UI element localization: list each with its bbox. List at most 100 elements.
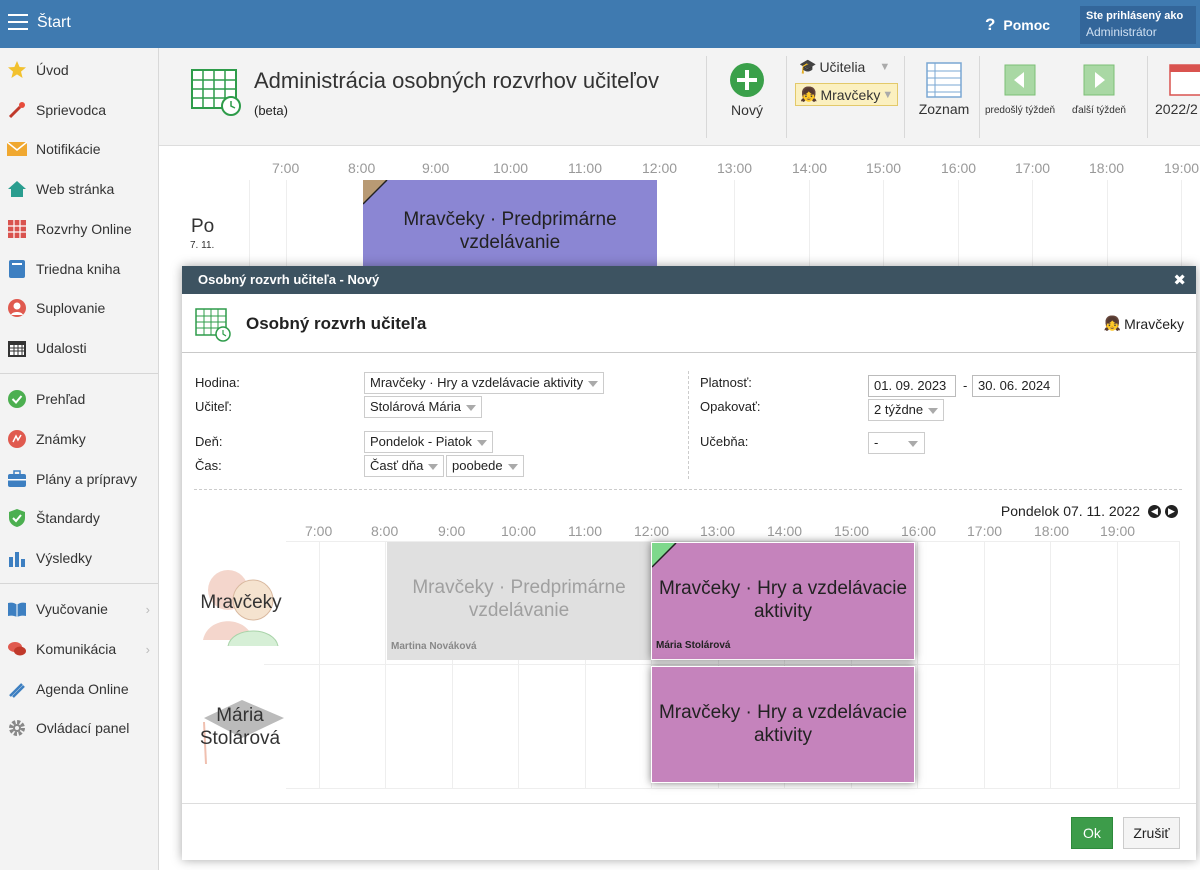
sidebar-item-label: Známky [36, 431, 86, 447]
sidebar-divider [0, 373, 158, 374]
event-title: Mravčeky · Hry a vzdelávacie aktivity [658, 702, 908, 746]
dropdown-arrow-icon [476, 439, 487, 446]
next-week-button[interactable]: ďalší týždeň [1059, 64, 1139, 116]
dialog-header: Osobný rozvrh učiteľa - Nový ✖ [182, 266, 1196, 294]
user-caption: Ste prihlásený ako [1086, 10, 1184, 22]
sidebar-item-label: Komunikácia [36, 641, 117, 657]
sidebar-item-agenda-online[interactable]: Agenda Online [0, 674, 158, 704]
time-label: Čas: [195, 458, 222, 473]
user-box[interactable]: Ste prihlásený ako Administrátor [1080, 6, 1196, 44]
classroom-select[interactable]: - [868, 432, 925, 454]
prev-day-icon[interactable]: ◀ [1148, 504, 1161, 518]
hour-label: 9:00 [422, 160, 450, 176]
next-week-label: ďalší týždeň [1072, 105, 1126, 116]
sidebar-item-komunikacia[interactable]: Komunikácia › [0, 634, 158, 664]
teachers-dropdown[interactable]: 🎓 Učitelia ▼ [799, 58, 890, 75]
close-icon[interactable]: ✖ [1173, 271, 1186, 289]
sidebar-item-web-stranka[interactable]: Web stránka [0, 174, 158, 204]
list-button[interactable]: Zoznam [917, 62, 971, 117]
class-avatar-icon: 👧 [1103, 315, 1122, 331]
hour-label: 18:00 [1034, 523, 1070, 539]
hour-label: 14:00 [792, 160, 828, 176]
time-part-select[interactable]: poobede [446, 455, 524, 477]
previous-week-button[interactable]: predošlý týždeň [982, 64, 1058, 116]
help-button[interactable]: ? Pomoc [985, 15, 1050, 35]
wand-icon [7, 100, 27, 120]
sidebar-item-label: Vyučovanie [36, 601, 108, 617]
hour-label: 11:00 [568, 160, 602, 176]
home-icon [7, 179, 27, 199]
cancel-button[interactable]: Zrušiť [1123, 817, 1180, 849]
sidebar-item-ovladaci-panel[interactable]: Ovládací panel [0, 713, 158, 743]
help-label: Pomoc [1003, 17, 1051, 33]
sidebar-item-label: Ovládací panel [36, 720, 130, 736]
time-mode-select[interactable]: Časť dňa [364, 455, 445, 477]
dropdown-arrow-icon [466, 404, 477, 411]
date-navigation: Pondelok 07. 11. 2022 ◀ ▶ [1001, 503, 1178, 519]
sidebar-item-notifikacie[interactable]: Notifikácie [0, 134, 158, 164]
sidebar-item-label: Agenda Online [36, 681, 129, 697]
sidebar-item-suplovanie[interactable]: Suplovanie [0, 293, 158, 323]
sidebar-item-label: Udalosti [36, 340, 87, 356]
hour-label: 7:00 [305, 523, 333, 539]
hour-label: 9:00 [438, 523, 466, 539]
class-dropdown[interactable]: 👧 Mravčeky ▼ [795, 83, 899, 106]
sidebar-item-znamky[interactable]: Známky [0, 424, 158, 454]
dropdown-arrow-icon [428, 463, 439, 470]
hour-label: 12:00 [642, 160, 678, 176]
sidebar-item-label: Úvod [36, 62, 69, 78]
next-day-icon[interactable]: ▶ [1165, 504, 1178, 518]
schedule-event[interactable]: Mravčeky · Predprimárne vzdelávanie [363, 180, 657, 270]
hour-label: 15:00 [834, 523, 870, 539]
sidebar-item-udalosti[interactable]: Udalosti [0, 333, 158, 363]
sidebar-item-triedna-kniha[interactable]: Triedna kniha [0, 254, 158, 284]
sidebar-item-label: Notifikácie [36, 141, 101, 157]
row-label-class: Mravčeky [200, 592, 282, 613]
hour-label: 13:00 [700, 523, 736, 539]
dialog-title: Osobný rozvrh učiteľa [246, 314, 427, 333]
sidebar: Úvod Sprievodca Notifikácie Web stránka … [0, 48, 159, 870]
dropdown-arrow-icon [588, 380, 599, 387]
toolbar-divider [786, 56, 787, 138]
schedule-event-teacher[interactable]: Mravčeky · Hry a vzdelávacie aktivity [651, 666, 915, 783]
schedule-event-selected[interactable]: Mravčeky · Hry a vzdelávacie aktivity Má… [651, 542, 915, 660]
teacher-select[interactable]: Stolárová Mária [364, 396, 483, 418]
class-label: Mravčeky [820, 86, 881, 103]
chevron-right-icon: › [145, 601, 150, 617]
sidebar-item-uvod[interactable]: Úvod [0, 55, 158, 85]
question-icon: ? [985, 15, 996, 34]
sidebar-item-prehlad[interactable]: Prehľad [0, 384, 158, 414]
toolbar-divider [1147, 56, 1148, 138]
class-avatar-icon: 👧 [800, 86, 818, 102]
app-title[interactable]: Štart [37, 14, 71, 32]
sidebar-item-standardy[interactable]: Štandardy [0, 503, 158, 533]
sidebar-item-vyucovanie[interactable]: Vyučovanie › [0, 594, 158, 624]
ok-button[interactable]: Ok [1071, 817, 1113, 849]
hour-label: 16:00 [901, 523, 937, 539]
sidebar-item-vysledky[interactable]: Výsledky [0, 543, 158, 573]
sidebar-item-label: Rozvrhy Online [36, 221, 132, 237]
schedule-event-other[interactable]: Mravčeky · Predprimárne vzdelávanie Mart… [387, 542, 651, 660]
day-select[interactable]: Pondelok - Piatok [364, 431, 493, 453]
top-bar: Štart ? Pomoc Ste prihlásený ako Administ… [0, 0, 1200, 48]
arrow-right-icon [1083, 64, 1115, 96]
hour-label: 17:00 [1015, 160, 1051, 176]
hour-label: 19:00 [1100, 523, 1136, 539]
sidebar-item-label: Sprievodca [36, 102, 107, 118]
validity-from-input[interactable]: 01. 09. 2023 [868, 375, 956, 397]
dropdown-arrow-icon [928, 407, 939, 414]
sidebar-item-label: Štandardy [36, 510, 100, 526]
sidebar-item-plany-a-pripravy[interactable]: Plány a prípravy [0, 464, 158, 494]
grades-icon [7, 429, 27, 449]
lesson-select[interactable]: Mravčeky · Hry a vzdelávacie aktivity [364, 372, 605, 394]
new-button[interactable]: Nový [725, 62, 769, 118]
sidebar-item-sprievodca[interactable]: Sprievodca [0, 95, 158, 125]
repeat-select[interactable]: 2 týždne [868, 399, 945, 421]
hamburger-menu-icon[interactable] [8, 14, 28, 32]
school-year-button[interactable]: 2022/2 [1155, 62, 1200, 117]
new-button-label: Nový [731, 102, 763, 118]
toolbar-divider [706, 56, 707, 138]
briefcase-icon [7, 469, 27, 489]
sidebar-item-rozvrhy-online[interactable]: Rozvrhy Online [0, 214, 158, 244]
validity-to-input[interactable]: 30. 06. 2024 [972, 375, 1060, 397]
